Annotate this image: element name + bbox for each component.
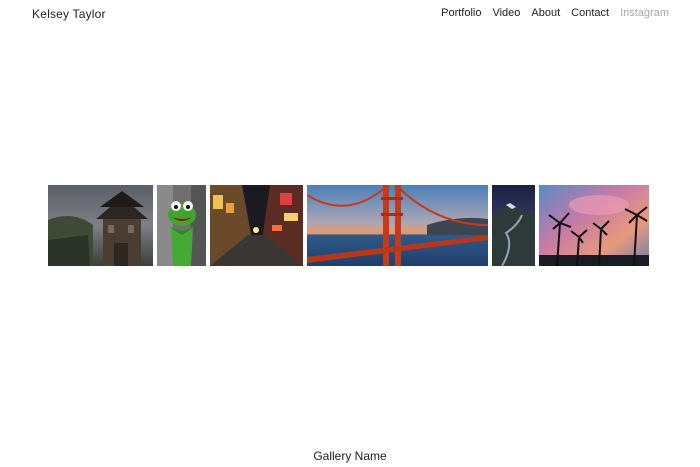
- kermit-image: [157, 185, 206, 266]
- thumbnail-kermit[interactable]: [157, 185, 206, 266]
- pagoda-image: [48, 185, 153, 266]
- main-nav: Portfolio Video About Contact Instagram: [441, 7, 669, 19]
- thumbnail-strip: [48, 185, 649, 266]
- thumbnail-palm-trees[interactable]: [539, 185, 649, 266]
- site-title[interactable]: Kelsey Taylor: [32, 7, 106, 21]
- gallery-name: Gallery Name: [313, 449, 387, 463]
- nav-about[interactable]: About: [531, 7, 560, 19]
- golden-gate-image: [307, 185, 488, 266]
- nav-portfolio[interactable]: Portfolio: [441, 7, 481, 19]
- thumbnail-pagoda[interactable]: [48, 185, 153, 266]
- palm-trees-image: [539, 185, 649, 266]
- nav-instagram[interactable]: Instagram: [620, 7, 669, 19]
- thumbnail-golden-gate[interactable]: [307, 185, 488, 266]
- nav-contact[interactable]: Contact: [571, 7, 609, 19]
- nav-video[interactable]: Video: [492, 7, 520, 19]
- city-street-image: [210, 185, 303, 266]
- thumbnail-mountain[interactable]: [492, 185, 535, 266]
- thumbnail-city-street[interactable]: [210, 185, 303, 266]
- mountain-image: [492, 185, 535, 266]
